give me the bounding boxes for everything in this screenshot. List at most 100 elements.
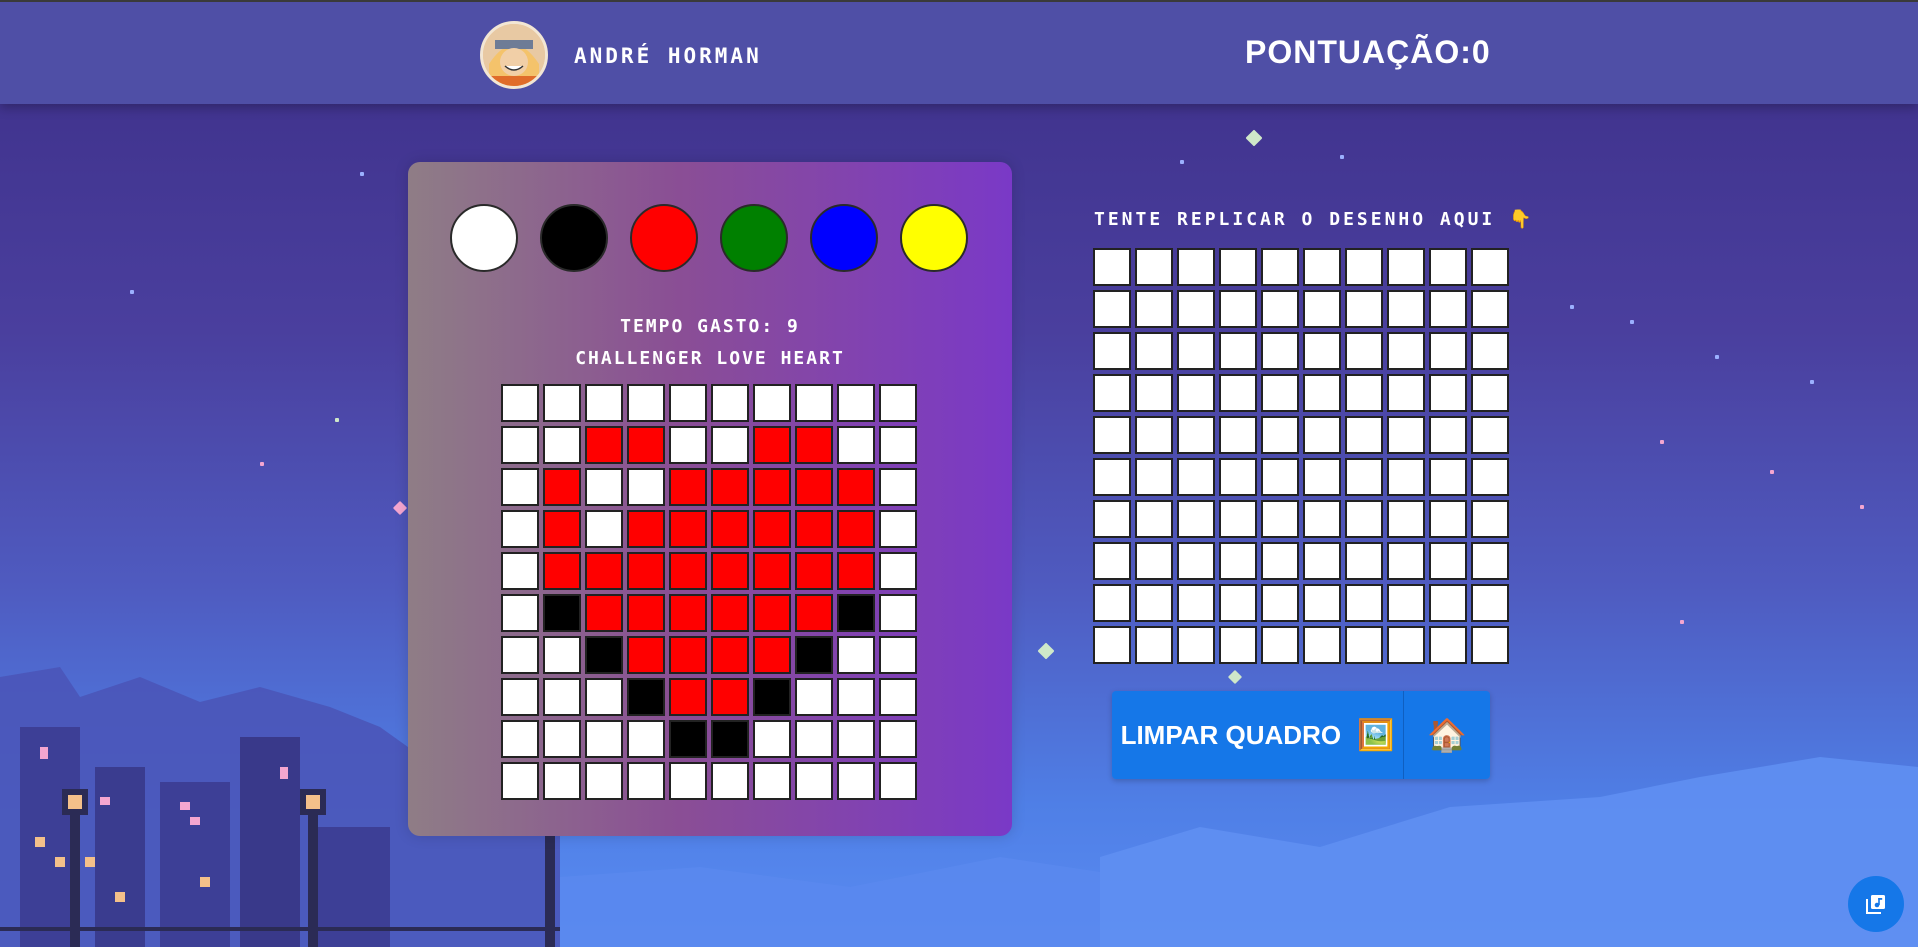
replica-cell[interactable]: [1093, 248, 1131, 286]
replica-cell[interactable]: [1429, 416, 1467, 454]
replica-cell[interactable]: [1387, 584, 1425, 622]
replica-cell[interactable]: [1135, 458, 1173, 496]
replica-cell[interactable]: [1429, 626, 1467, 664]
replica-cell[interactable]: [1219, 542, 1257, 580]
color-yellow-button[interactable]: [900, 204, 968, 272]
replica-cell[interactable]: [1135, 248, 1173, 286]
replica-cell[interactable]: [1219, 248, 1257, 286]
replica-cell[interactable]: [1177, 584, 1215, 622]
replica-cell[interactable]: [1177, 332, 1215, 370]
replica-cell[interactable]: [1429, 374, 1467, 412]
replica-cell[interactable]: [1345, 374, 1383, 412]
replica-cell[interactable]: [1303, 458, 1341, 496]
replica-cell[interactable]: [1093, 542, 1131, 580]
replica-cell[interactable]: [1135, 290, 1173, 328]
replica-cell[interactable]: [1471, 248, 1509, 286]
replica-cell[interactable]: [1135, 416, 1173, 454]
replica-cell[interactable]: [1093, 416, 1131, 454]
replica-pixel-grid[interactable]: [1093, 248, 1509, 664]
replica-cell[interactable]: [1303, 584, 1341, 622]
replica-cell[interactable]: [1135, 332, 1173, 370]
replica-cell[interactable]: [1177, 248, 1215, 286]
replica-cell[interactable]: [1093, 500, 1131, 538]
replica-cell[interactable]: [1303, 290, 1341, 328]
replica-cell[interactable]: [1471, 332, 1509, 370]
replica-cell[interactable]: [1345, 248, 1383, 286]
replica-cell[interactable]: [1261, 374, 1299, 412]
replica-cell[interactable]: [1093, 626, 1131, 664]
replica-cell[interactable]: [1261, 542, 1299, 580]
replica-cell[interactable]: [1345, 626, 1383, 664]
replica-cell[interactable]: [1093, 290, 1131, 328]
replica-cell[interactable]: [1093, 584, 1131, 622]
replica-cell[interactable]: [1387, 374, 1425, 412]
replica-cell[interactable]: [1219, 416, 1257, 454]
replica-cell[interactable]: [1387, 248, 1425, 286]
replica-cell[interactable]: [1387, 416, 1425, 454]
avatar[interactable]: [480, 21, 548, 89]
replica-cell[interactable]: [1471, 458, 1509, 496]
replica-cell[interactable]: [1345, 290, 1383, 328]
replica-cell[interactable]: [1177, 290, 1215, 328]
replica-cell[interactable]: [1387, 542, 1425, 580]
replica-cell[interactable]: [1135, 500, 1173, 538]
replica-cell[interactable]: [1135, 584, 1173, 622]
replica-cell[interactable]: [1093, 332, 1131, 370]
replica-cell[interactable]: [1261, 248, 1299, 286]
replica-cell[interactable]: [1135, 374, 1173, 412]
replica-cell[interactable]: [1429, 248, 1467, 286]
replica-cell[interactable]: [1303, 542, 1341, 580]
replica-cell[interactable]: [1345, 416, 1383, 454]
replica-cell[interactable]: [1261, 584, 1299, 622]
replica-cell[interactable]: [1471, 584, 1509, 622]
replica-cell[interactable]: [1471, 290, 1509, 328]
replica-cell[interactable]: [1429, 542, 1467, 580]
replica-cell[interactable]: [1471, 500, 1509, 538]
replica-cell[interactable]: [1261, 458, 1299, 496]
replica-cell[interactable]: [1219, 290, 1257, 328]
clear-board-button[interactable]: LIMPAR QUADRO 🖼️: [1112, 691, 1404, 779]
replica-cell[interactable]: [1429, 458, 1467, 496]
replica-cell[interactable]: [1093, 458, 1131, 496]
replica-cell[interactable]: [1471, 416, 1509, 454]
color-red-button[interactable]: [630, 204, 698, 272]
replica-cell[interactable]: [1261, 332, 1299, 370]
replica-cell[interactable]: [1261, 416, 1299, 454]
replica-cell[interactable]: [1219, 374, 1257, 412]
color-black-button[interactable]: [540, 204, 608, 272]
replica-cell[interactable]: [1387, 500, 1425, 538]
replica-cell[interactable]: [1345, 584, 1383, 622]
replica-cell[interactable]: [1429, 500, 1467, 538]
replica-cell[interactable]: [1177, 416, 1215, 454]
replica-cell[interactable]: [1387, 290, 1425, 328]
replica-cell[interactable]: [1177, 458, 1215, 496]
music-toggle-button[interactable]: [1848, 876, 1904, 932]
replica-cell[interactable]: [1219, 458, 1257, 496]
replica-cell[interactable]: [1303, 416, 1341, 454]
replica-cell[interactable]: [1261, 626, 1299, 664]
replica-cell[interactable]: [1219, 332, 1257, 370]
replica-cell[interactable]: [1387, 458, 1425, 496]
replica-cell[interactable]: [1303, 500, 1341, 538]
replica-cell[interactable]: [1429, 584, 1467, 622]
replica-cell[interactable]: [1135, 626, 1173, 664]
color-white-button[interactable]: [450, 204, 518, 272]
replica-cell[interactable]: [1219, 500, 1257, 538]
replica-cell[interactable]: [1177, 374, 1215, 412]
replica-cell[interactable]: [1387, 626, 1425, 664]
color-green-button[interactable]: [720, 204, 788, 272]
replica-cell[interactable]: [1177, 626, 1215, 664]
replica-cell[interactable]: [1093, 374, 1131, 412]
replica-cell[interactable]: [1471, 626, 1509, 664]
replica-cell[interactable]: [1303, 626, 1341, 664]
replica-cell[interactable]: [1219, 626, 1257, 664]
replica-cell[interactable]: [1429, 290, 1467, 328]
home-button[interactable]: 🏠: [1404, 691, 1490, 779]
replica-cell[interactable]: [1135, 542, 1173, 580]
replica-cell[interactable]: [1303, 248, 1341, 286]
replica-cell[interactable]: [1345, 542, 1383, 580]
replica-cell[interactable]: [1177, 542, 1215, 580]
replica-cell[interactable]: [1429, 332, 1467, 370]
replica-cell[interactable]: [1261, 290, 1299, 328]
replica-cell[interactable]: [1219, 584, 1257, 622]
